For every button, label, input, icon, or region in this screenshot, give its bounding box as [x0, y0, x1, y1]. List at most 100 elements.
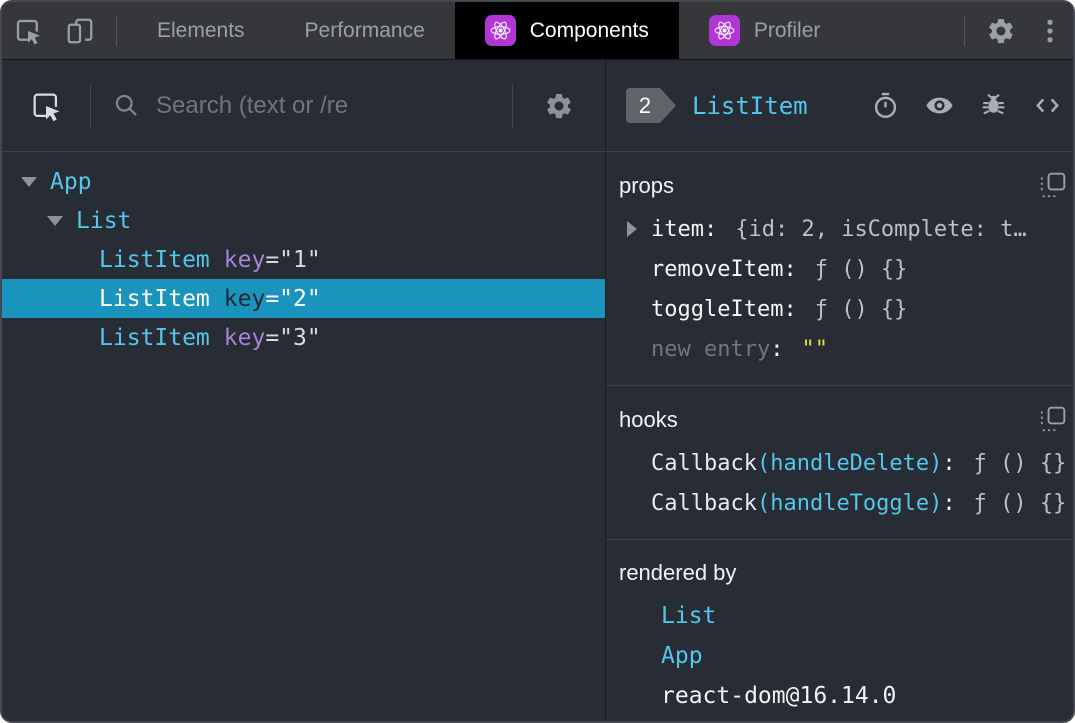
inspect-element-icon	[29, 89, 63, 123]
bug-icon	[979, 91, 1008, 120]
owner-row-react-dom: react-dom@16.14.0	[619, 676, 1066, 716]
device-toolbar-button[interactable]	[54, 2, 106, 59]
key-value: ="2"	[265, 285, 321, 312]
hook-value: ƒ () {}	[973, 490, 1067, 516]
hook-row-handletoggle: Callback (handleToggle): ƒ () {}	[619, 483, 1066, 523]
hook-detail: (handleDelete)	[756, 450, 943, 476]
prop-row-toggleitem: toggleItem: ƒ () {}	[619, 289, 1066, 329]
tree-row-app[interactable]: App	[2, 162, 605, 201]
tree-pane: App List ListItemkey="1" ListItemkey="2"…	[2, 60, 606, 721]
tab-label: Components	[529, 18, 649, 42]
inspector-header: 2 ListItem	[606, 60, 1073, 152]
inspected-component-name: ListItem	[692, 91, 808, 120]
inspect-dom-button[interactable]	[925, 91, 954, 120]
tree-settings-button[interactable]	[513, 91, 605, 121]
inspect-element-icon	[13, 16, 43, 46]
key-value: ="1"	[265, 246, 321, 273]
component-name: App	[50, 168, 92, 195]
component-name: List	[76, 207, 132, 234]
tab-components[interactable]: Components	[454, 2, 679, 59]
new-entry-value[interactable]: ""	[801, 337, 828, 362]
owner-row-app[interactable]: App	[619, 636, 1066, 676]
chevron-down-icon[interactable]	[47, 215, 63, 226]
hook-row-handledelete: Callback (handleDelete): ƒ () {}	[619, 443, 1066, 483]
tab-label: Profiler	[753, 18, 821, 42]
colon: :	[942, 450, 956, 476]
copy-icon	[1039, 406, 1066, 433]
rendered-by-section: rendered by List App react-dom@16.14.0	[606, 540, 1073, 721]
key-attribute: key	[223, 285, 266, 312]
component-name: ListItem	[99, 324, 210, 351]
tree-row-listitem-2-selected[interactable]: ListItem key ="2"	[2, 279, 605, 318]
tab-performance[interactable]: Performance	[275, 2, 455, 59]
key-attribute: key	[223, 246, 266, 273]
search-input[interactable]	[156, 91, 512, 120]
inspector-pane: 2 ListItem props item: {id: 2, isComple…	[606, 60, 1073, 721]
debug-component-button[interactable]	[979, 91, 1008, 120]
renderer-version: react-dom@16.14.0	[661, 683, 897, 709]
colon: :	[703, 216, 718, 242]
hooks-section-title: hooks	[619, 406, 678, 432]
prop-name: item	[651, 216, 704, 242]
element-index-badge: 2	[626, 88, 676, 123]
tree-row-listitem-3[interactable]: ListItem key ="3"	[2, 318, 605, 357]
hooks-section: hooks Callback (handleDelete): ƒ () {} C…	[606, 386, 1073, 540]
hook-name: Callback	[651, 450, 757, 476]
view-source-button[interactable]	[1033, 91, 1062, 120]
settings-icon	[544, 91, 574, 121]
tabbar-separator	[116, 15, 117, 46]
prop-row-item: item: {id: 2, isComplete: t…	[619, 209, 1066, 249]
prop-row-new-entry[interactable]: new entry: ""	[619, 329, 1066, 369]
owner-row-list[interactable]: List	[619, 596, 1066, 636]
owner-link[interactable]: List	[661, 603, 716, 629]
tab-label: Elements	[157, 18, 245, 42]
prop-name: removeItem	[651, 256, 784, 282]
copy-hooks-button[interactable]	[1039, 406, 1066, 433]
component-name: ListItem	[99, 246, 210, 273]
colon: :	[942, 490, 956, 516]
react-logo-icon	[484, 15, 516, 46]
components-panel: App List ListItemkey="1" ListItemkey="2"…	[2, 60, 1073, 721]
hook-name: Callback	[651, 490, 757, 516]
tree-toolbar	[2, 60, 605, 152]
devtools-tabbar: Elements Performance Components Profiler	[2, 2, 1073, 60]
colon: :	[770, 336, 784, 362]
colon: :	[783, 296, 797, 322]
settings-icon	[986, 16, 1016, 46]
inspect-element-button[interactable]	[2, 2, 54, 59]
chevron-right-icon[interactable]	[627, 221, 637, 237]
copy-icon	[1039, 172, 1066, 199]
tab-profiler[interactable]: Profiler	[679, 2, 851, 59]
devtools-settings-button[interactable]	[975, 2, 1027, 59]
hook-value: ƒ () {}	[973, 450, 1067, 476]
device-toolbar-icon	[65, 16, 95, 46]
search-box	[91, 91, 512, 120]
tabbar-separator	[964, 15, 965, 46]
new-entry-name[interactable]: new entry	[651, 337, 770, 362]
select-component-button[interactable]	[2, 89, 90, 123]
copy-props-button[interactable]	[1039, 172, 1066, 199]
tree-row-list[interactable]: List	[2, 201, 605, 240]
props-section: props item: {id: 2, isComplete: t… remov…	[606, 152, 1073, 386]
prop-name: toggleItem	[651, 296, 784, 322]
react-logo-icon	[708, 15, 740, 46]
tab-elements[interactable]: Elements	[127, 2, 275, 59]
suspend-timer-button[interactable]	[871, 91, 900, 120]
props-section-title: props	[619, 172, 675, 198]
timer-icon	[871, 91, 900, 120]
prop-value: {id: 2, isComplete: t…	[735, 216, 1027, 242]
devtools-window: Elements Performance Components Profiler…	[0, 0, 1075, 723]
chevron-down-icon[interactable]	[21, 176, 37, 187]
key-value: ="3"	[265, 324, 321, 351]
hook-detail: (handleToggle)	[756, 490, 943, 516]
code-brackets-icon	[1033, 91, 1062, 120]
prop-row-removeitem: removeItem: ƒ () {}	[619, 249, 1066, 289]
tree-row-listitem-1[interactable]: ListItem key ="1"	[2, 240, 605, 279]
component-tree: App List ListItem key ="1" ListItem key ="2"…	[2, 152, 605, 721]
tab-label: Performance	[304, 18, 425, 42]
more-menu-icon	[1035, 16, 1065, 46]
colon: :	[783, 256, 797, 282]
owner-link[interactable]: App	[661, 643, 703, 669]
more-menu-button[interactable]	[1027, 2, 1073, 59]
prop-value: ƒ () {}	[814, 296, 908, 322]
